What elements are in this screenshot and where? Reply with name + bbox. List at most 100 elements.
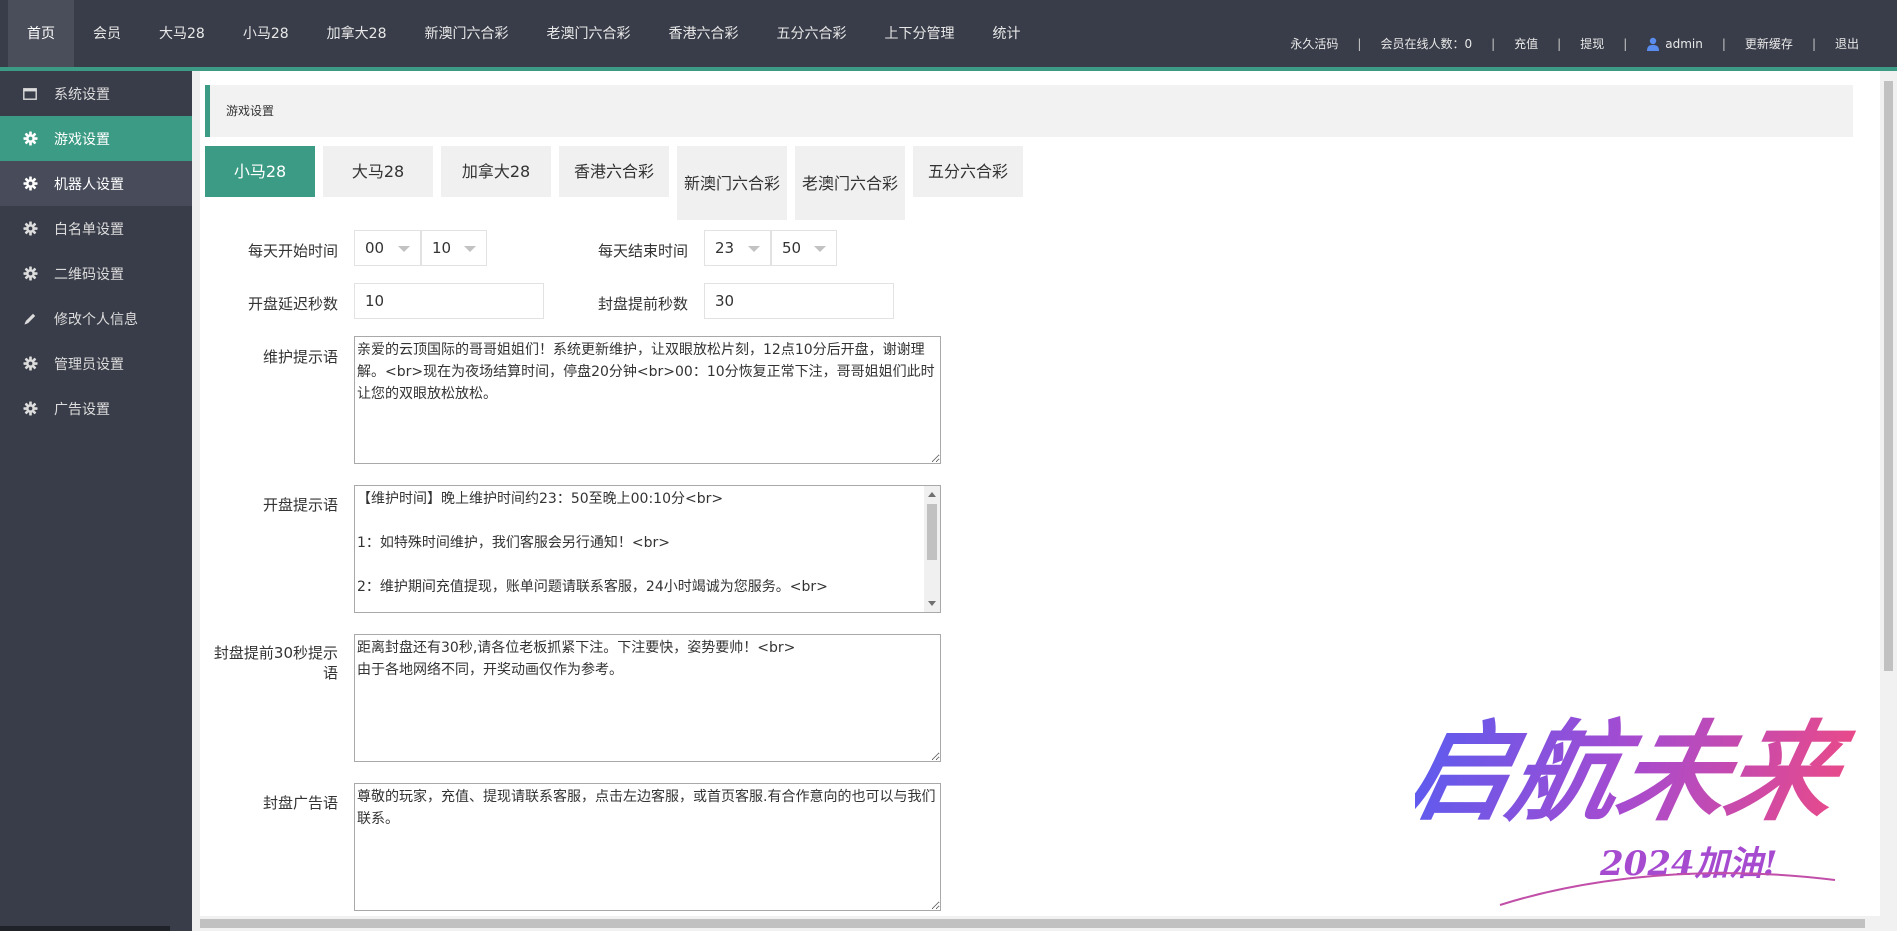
start-hour-select[interactable]: 00 (354, 230, 421, 266)
sidebar-item-ad-settings[interactable]: 广告设置 (0, 386, 192, 431)
tab-hongkong-lottery[interactable]: 香港六合彩 (559, 146, 669, 197)
sidebar-bottom-bar (0, 926, 170, 931)
separator: | (1557, 36, 1562, 51)
sidebar-item-label: 管理员设置 (54, 356, 124, 373)
start-minute-value: 10 (432, 239, 452, 257)
open-delay-label: 开盘延迟秒数 (247, 295, 338, 313)
open-tip-field: 【维护时间】晚上维护时间约23：50至晚上00:10分<br> 1：如特殊时间维… (354, 485, 941, 613)
sidebar-item-admin-settings[interactable]: 管理员设置 (0, 341, 192, 386)
sidebar-item-edit-profile[interactable]: 修改个人信息 (0, 296, 192, 341)
scrollbar-thumb[interactable] (200, 919, 1865, 928)
breadcrumb: 游戏设置 (205, 85, 1853, 137)
tab-new-macau-lottery[interactable]: 新澳门六合彩 (677, 146, 787, 220)
close30-tip-textarea[interactable]: 距离封盘还有30秒,请各位老板抓紧下注。下注要快，姿势要帅！<br> 由于各地网… (354, 634, 941, 762)
nav-canada28[interactable]: 加拿大28 (308, 0, 406, 67)
sidebar-item-robot-settings[interactable]: 机器人设置 (0, 161, 192, 206)
nav-points-management[interactable]: 上下分管理 (865, 0, 973, 67)
open-delay-input[interactable] (354, 283, 544, 319)
nav-xiaoma28[interactable]: 小马28 (224, 0, 308, 67)
refresh-cache-link[interactable]: 更新缓存 (1745, 35, 1793, 52)
nav-statistics[interactable]: 统计 (973, 0, 1039, 67)
nav-home[interactable]: 首页 (8, 0, 74, 67)
chevron-down-icon (814, 246, 826, 252)
start-hour-value: 00 (365, 239, 385, 257)
gear-icon (22, 266, 38, 282)
sidebar-item-label: 广告设置 (54, 401, 110, 418)
nav-five-minute-lottery[interactable]: 五分六合彩 (757, 0, 865, 67)
separator: | (1491, 36, 1496, 51)
maintenance-tip-textarea[interactable]: 亲爱的云顶国际的哥哥姐姐们！系统更新维护，让双眼放松片刻，12点10分后开盘，谢… (354, 336, 941, 464)
gear-icon (22, 401, 38, 417)
nav-new-macau-lottery[interactable]: 新澳门六合彩 (405, 0, 527, 67)
gear-icon (22, 131, 38, 147)
end-minute-value: 50 (782, 239, 802, 257)
open-tip-textarea[interactable]: 【维护时间】晚上维护时间约23：50至晚上00:10分<br> 1：如特殊时间维… (354, 485, 941, 613)
sidebar-item-label: 白名单设置 (54, 221, 124, 238)
pencil-icon (22, 311, 38, 327)
nav-dama28[interactable]: 大马28 (140, 0, 224, 67)
sidebar-item-label: 机器人设置 (54, 176, 124, 193)
scrollbar-thumb[interactable] (927, 504, 937, 560)
gear-icon (22, 356, 38, 372)
sidebar-item-label: 系统设置 (54, 86, 110, 103)
horizontal-scrollbar[interactable] (200, 916, 1880, 931)
scroll-down-icon (928, 601, 936, 606)
top-bar: 首页 会员 大马28 小马28 加拿大28 新澳门六合彩 老澳门六合彩 香港六合… (0, 0, 1897, 67)
sidebar: 系统设置 游戏设置 机器人设置 白名单设置 二维码设置 修改个人信息 管理员设置… (0, 71, 192, 931)
gear-icon (22, 221, 38, 237)
start-minute-select[interactable]: 10 (421, 230, 487, 266)
chevron-down-icon (398, 246, 410, 252)
watermark-logo: 启航未来 2024加油! (1415, 708, 1862, 906)
close-ad-textarea[interactable]: 尊敬的玩家，充值、提现请联系客服，点击左边客服，或首页客服.有合作意向的也可以与… (354, 783, 941, 911)
user-icon (1647, 37, 1660, 51)
end-time-label: 每天结束时间 (597, 242, 688, 260)
close-ad-label: 封盘广告语 (262, 794, 338, 812)
sidebar-item-qrcode-settings[interactable]: 二维码设置 (0, 251, 192, 296)
separator: | (1623, 36, 1628, 51)
close-before-input[interactable] (704, 283, 894, 319)
start-time-label: 每天开始时间 (247, 242, 338, 260)
online-members-count: 会员在线人数：0 (1380, 37, 1473, 51)
tab-dama28[interactable]: 大马28 (323, 146, 433, 197)
sidebar-item-system-settings[interactable]: 系统设置 (0, 71, 192, 116)
tab-xiaoma28[interactable]: 小马28 (205, 146, 315, 197)
withdraw-link[interactable]: 提现 (1580, 35, 1604, 52)
game-tabs: 小马28 大马28 加拿大28 香港六合彩 新澳门六合彩 老澳门六合彩 五分六合… (205, 146, 1031, 220)
end-hour-select[interactable]: 23 (704, 230, 771, 266)
content-divider (192, 71, 200, 931)
tab-canada28[interactable]: 加拿大28 (441, 146, 551, 197)
sidebar-item-whitelist-settings[interactable]: 白名单设置 (0, 206, 192, 251)
top-right-links: 永久活码 | 会员在线人数：0 | 充值 | 提现 | admin | 更新缓存… (1290, 0, 1859, 67)
recharge-link[interactable]: 充值 (1514, 35, 1538, 52)
scrollbar-thumb[interactable] (1884, 81, 1893, 671)
nav-members[interactable]: 会员 (74, 0, 140, 67)
end-hour-value: 23 (715, 239, 735, 257)
logout-link[interactable]: 退出 (1835, 35, 1859, 52)
separator: | (1811, 36, 1816, 51)
tab-five-minute-lottery[interactable]: 五分六合彩 (913, 146, 1023, 197)
nav-old-macau-lottery[interactable]: 老澳门六合彩 (527, 0, 649, 67)
sidebar-item-label: 游戏设置 (54, 131, 110, 148)
top-nav: 首页 会员 大马28 小马28 加拿大28 新澳门六合彩 老澳门六合彩 香港六合… (8, 0, 1039, 67)
close-before-label: 封盘提前秒数 (597, 295, 688, 313)
close30-tip-label: 封盘提前30秒提示语 (213, 644, 338, 682)
tab-old-macau-lottery[interactable]: 老澳门六合彩 (795, 146, 905, 220)
chevron-down-icon (464, 246, 476, 252)
nav-hongkong-lottery[interactable]: 香港六合彩 (649, 0, 757, 67)
watermark-main-text: 启航未来 (1415, 708, 1862, 836)
username: admin (1665, 36, 1703, 51)
sidebar-item-label: 修改个人信息 (54, 311, 138, 328)
sidebar-item-game-settings[interactable]: 游戏设置 (0, 116, 192, 161)
maintenance-tip-label: 维护提示语 (262, 348, 338, 366)
separator: | (1357, 36, 1362, 51)
chevron-down-icon (748, 246, 760, 252)
open-tip-label: 开盘提示语 (262, 496, 338, 514)
window-icon (22, 86, 38, 102)
permanent-code-link[interactable]: 永久活码 (1290, 35, 1338, 52)
separator: | (1721, 36, 1726, 51)
user-menu[interactable]: admin (1646, 37, 1703, 51)
end-minute-select[interactable]: 50 (771, 230, 837, 266)
gear-icon (22, 176, 38, 192)
scroll-up-icon (928, 492, 936, 497)
textarea-scrollbar[interactable] (924, 486, 940, 612)
